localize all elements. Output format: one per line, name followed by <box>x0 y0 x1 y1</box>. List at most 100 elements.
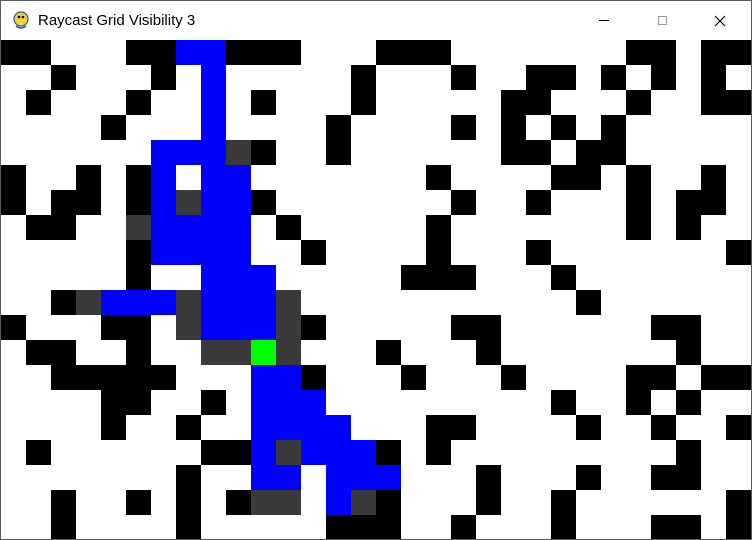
visible-cell <box>176 215 201 240</box>
wall-cell <box>701 40 726 65</box>
visible-wall-cell <box>276 440 301 465</box>
wall-cell <box>176 515 201 539</box>
wall-cell <box>376 40 401 65</box>
wall-cell <box>476 340 501 365</box>
wall-cell <box>226 490 251 515</box>
wall-cell <box>501 90 526 115</box>
wall-cell <box>676 340 701 365</box>
wall-cell <box>651 515 676 539</box>
pygame-snake-icon <box>11 10 31 30</box>
visible-cell <box>376 465 401 490</box>
wall-cell <box>676 315 701 340</box>
visible-wall-cell <box>276 315 301 340</box>
wall-cell <box>126 365 151 390</box>
wall-cell <box>401 365 426 390</box>
wall-cell <box>576 140 601 165</box>
wall-cell <box>626 40 651 65</box>
wall-cell <box>326 140 351 165</box>
wall-cell <box>251 190 276 215</box>
visible-cell <box>251 365 276 390</box>
visible-cell <box>201 190 226 215</box>
wall-cell <box>626 215 651 240</box>
visible-cell <box>276 365 301 390</box>
wall-cell <box>576 415 601 440</box>
visible-wall-cell <box>226 140 251 165</box>
wall-cell <box>126 315 151 340</box>
wall-cell <box>426 165 451 190</box>
minimize-button[interactable] <box>581 1 627 40</box>
wall-cell <box>26 440 51 465</box>
visible-cell <box>251 315 276 340</box>
visible-cell <box>301 390 326 415</box>
wall-cell <box>376 440 401 465</box>
visible-cell <box>326 490 351 515</box>
wall-cell <box>576 290 601 315</box>
title-bar[interactable]: Raycast Grid Visibility 3 <box>1 1 751 40</box>
visible-wall-cell <box>351 490 376 515</box>
visible-cell <box>226 190 251 215</box>
wall-cell <box>426 240 451 265</box>
visible-cell <box>351 440 376 465</box>
wall-cell <box>101 315 126 340</box>
wall-cell <box>401 265 426 290</box>
wall-cell <box>476 465 501 490</box>
wall-cell <box>426 440 451 465</box>
maximize-button[interactable] <box>639 1 685 40</box>
wall-cell <box>601 115 626 140</box>
wall-cell <box>551 165 576 190</box>
wall-cell <box>726 515 751 539</box>
wall-cell <box>101 115 126 140</box>
visible-cell <box>226 315 251 340</box>
wall-cell <box>1 40 26 65</box>
visible-wall-cell <box>176 315 201 340</box>
wall-cell <box>51 65 76 90</box>
wall-cell <box>51 340 76 365</box>
wall-cell <box>501 115 526 140</box>
visible-cell <box>251 440 276 465</box>
wall-cell <box>701 365 726 390</box>
wall-cell <box>551 115 576 140</box>
visible-wall-cell <box>126 215 151 240</box>
visible-cell <box>151 190 176 215</box>
wall-cell <box>726 490 751 515</box>
visible-cell <box>201 240 226 265</box>
wall-cell <box>376 490 401 515</box>
wall-cell <box>526 140 551 165</box>
wall-cell <box>526 90 551 115</box>
wall-cell <box>676 440 701 465</box>
wall-cell <box>651 40 676 65</box>
visible-wall-cell <box>276 340 301 365</box>
wall-cell <box>651 365 676 390</box>
wall-cell <box>626 165 651 190</box>
visible-cell <box>126 290 151 315</box>
wall-cell <box>151 365 176 390</box>
wall-cell <box>601 65 626 90</box>
visible-cell <box>301 415 326 440</box>
visible-cell <box>201 215 226 240</box>
wall-cell <box>726 40 751 65</box>
wall-cell <box>1 165 26 190</box>
wall-cell <box>551 515 576 539</box>
wall-cell <box>51 190 76 215</box>
wall-cell <box>676 390 701 415</box>
wall-cell <box>51 365 76 390</box>
wall-cell <box>126 90 151 115</box>
visible-cell <box>201 90 226 115</box>
close-button[interactable] <box>697 1 743 40</box>
wall-cell <box>726 90 751 115</box>
wall-cell <box>351 515 376 539</box>
wall-cell <box>651 465 676 490</box>
wall-cell <box>126 165 151 190</box>
visible-wall-cell <box>251 490 276 515</box>
wall-cell <box>476 315 501 340</box>
visible-cell <box>201 115 226 140</box>
wall-cell <box>226 440 251 465</box>
game-canvas[interactable] <box>1 40 751 539</box>
wall-cell <box>526 65 551 90</box>
wall-cell <box>126 490 151 515</box>
wall-cell <box>601 140 626 165</box>
wall-cell <box>676 190 701 215</box>
wall-cell <box>676 515 701 539</box>
visible-cell <box>226 215 251 240</box>
visible-cell <box>176 240 201 265</box>
